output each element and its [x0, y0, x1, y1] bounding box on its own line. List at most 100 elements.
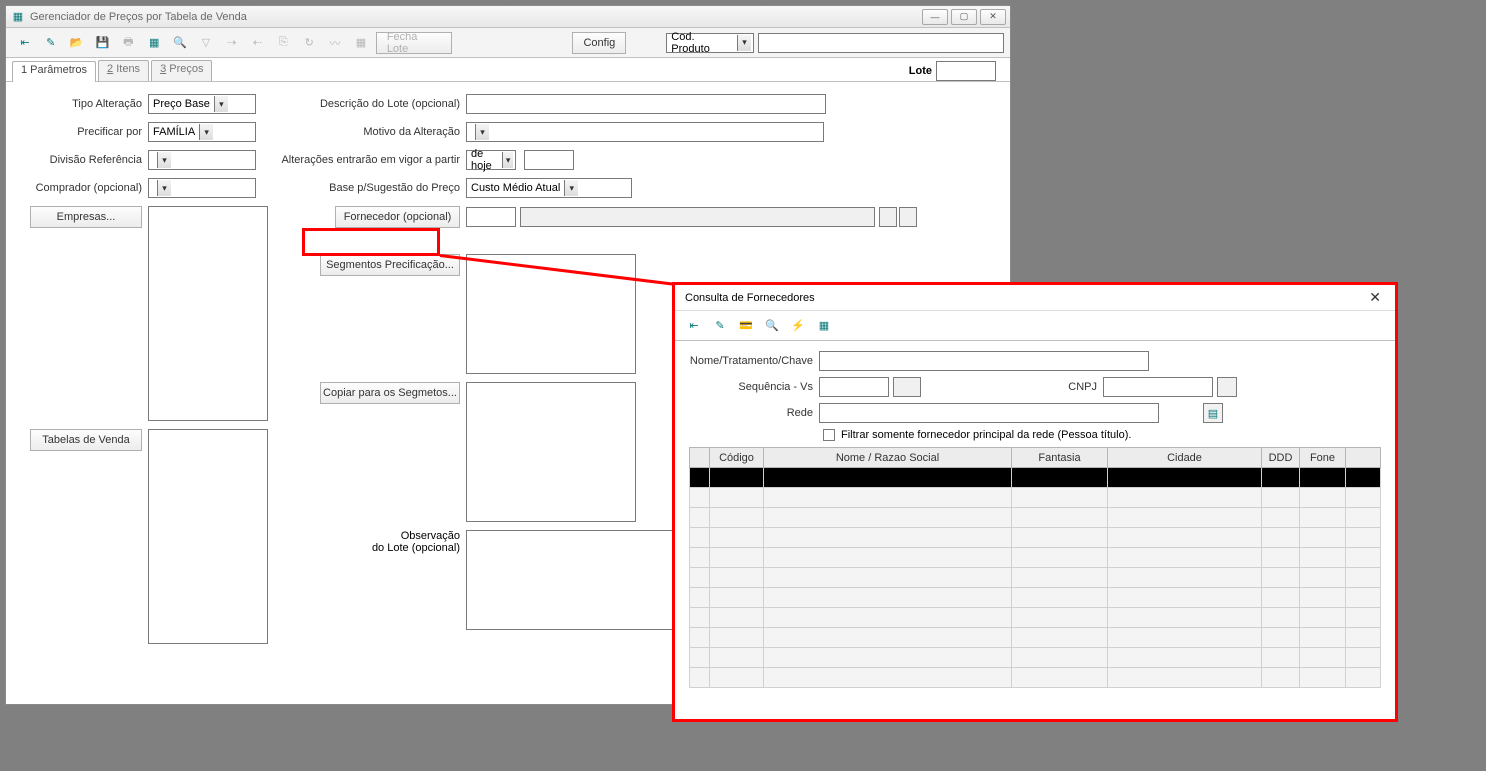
tabelas-venda-list[interactable] — [148, 429, 268, 644]
comprador-label: Comprador (opcional) — [18, 182, 148, 194]
observacao-label: Observação — [266, 530, 460, 542]
print-icon[interactable]: 🖶 — [115, 30, 141, 56]
col-codigo[interactable]: Código — [710, 448, 764, 468]
divisao-ref-label: Divisão Referência — [18, 154, 148, 166]
copy-icon[interactable]: ⎘ — [270, 30, 296, 56]
base-sugestao-combo[interactable]: Custo Médio Atual — [466, 178, 632, 198]
table-row — [690, 668, 1381, 688]
precificar-por-combo[interactable]: FAMÍLIA — [148, 122, 256, 142]
open-icon[interactable]: 📂 — [64, 30, 90, 56]
rede-lookup-icon[interactable]: ▤ — [1203, 403, 1223, 423]
save-icon[interactable]: 💾 — [90, 30, 116, 56]
rede-label: Rede — [689, 407, 819, 419]
search-type-combo[interactable]: Cod. Produto — [666, 33, 753, 53]
table-row — [690, 528, 1381, 548]
modal-toolbar: ⇤ ✎ 💳 🔍 ⚡ ▦ — [675, 311, 1395, 341]
tipo-alteracao-label: Tipo Alteração — [18, 98, 148, 110]
segmentos-button[interactable]: Segmentos Precificação... — [320, 254, 460, 276]
rede-input[interactable] — [819, 403, 1159, 423]
minimize-button[interactable]: — — [922, 9, 948, 25]
vigor-combo[interactable]: de hoje — [466, 150, 516, 170]
lote-input[interactable] — [936, 61, 996, 81]
copiar-segmentos-list[interactable] — [466, 382, 636, 522]
table-row — [690, 608, 1381, 628]
search-input[interactable] — [758, 33, 1004, 53]
fecha-lote-button[interactable]: Fecha Lote — [376, 32, 453, 54]
motivo-combo[interactable] — [466, 122, 824, 142]
divisao-ref-combo[interactable] — [148, 150, 256, 170]
lote-label: Lote — [909, 65, 932, 77]
filtro-label: Filtrar somente fornecedor principal da … — [841, 429, 1131, 441]
edit-icon[interactable]: ✎ — [38, 30, 64, 56]
modal-title: Consulta de Fornecedores — [685, 292, 815, 304]
descricao-lote-input[interactable] — [466, 94, 826, 114]
table-row — [690, 628, 1381, 648]
empresas-list[interactable] — [148, 206, 268, 421]
filtro-checkbox[interactable] — [823, 429, 835, 441]
exit-icon[interactable]: ⇤ — [12, 30, 38, 56]
config-button[interactable]: Config — [572, 32, 626, 54]
modal-search-icon[interactable]: 🔍 — [759, 313, 785, 339]
sequencia-input[interactable] — [819, 377, 889, 397]
modal-edit-icon[interactable]: ✎ — [707, 313, 733, 339]
fornecedor-button[interactable]: Fornecedor (opcional) — [335, 206, 460, 228]
tabs-bar: 1 Parâmetros 2 Itens 3 Preços Lote — [6, 58, 1010, 82]
sequencia-label: Sequência - Vs — [689, 381, 819, 393]
export-icon[interactable]: ⇢ — [219, 30, 245, 56]
refresh-icon[interactable]: ↻ — [296, 30, 322, 56]
col-ddd[interactable]: DDD — [1262, 448, 1300, 468]
title-bar: ▦ Gerenciador de Preços por Tabela de Ve… — [6, 6, 1010, 28]
cnpj-label: CNPJ — [921, 381, 1103, 393]
form-content: Tipo Alteração Preço Base Precificar por… — [6, 82, 1010, 104]
tab-parametros[interactable]: 1 Parâmetros — [12, 61, 96, 82]
cnpj-aux — [1217, 377, 1237, 397]
vs-input — [893, 377, 921, 397]
nome-input[interactable] — [819, 351, 1149, 371]
table-row — [690, 648, 1381, 668]
cnpj-input[interactable] — [1103, 377, 1213, 397]
table-row — [690, 588, 1381, 608]
fornecedor-code-input[interactable] — [466, 207, 516, 227]
empresas-button[interactable]: Empresas... — [30, 206, 142, 228]
chart-icon[interactable]: 〰 — [322, 30, 348, 56]
col-cidade[interactable]: Cidade — [1108, 448, 1262, 468]
modal-grid-icon[interactable]: ▦ — [811, 313, 837, 339]
table-row — [690, 508, 1381, 528]
app-icon: ▦ — [10, 9, 26, 25]
table-icon[interactable]: ▦ — [348, 30, 374, 56]
col-nome[interactable]: Nome / Razao Social — [764, 448, 1012, 468]
tab-precos[interactable]: 3 Preços — [151, 60, 212, 81]
col-fantasia[interactable]: Fantasia — [1012, 448, 1108, 468]
observacao-textarea[interactable] — [466, 530, 696, 630]
tipo-alteracao-combo[interactable]: Preço Base — [148, 94, 256, 114]
copiar-segmentos-button[interactable]: Copiar para os Segmetos... — [320, 382, 460, 404]
col-end[interactable] — [1346, 448, 1381, 468]
comprador-combo[interactable] — [148, 178, 256, 198]
filter-icon[interactable]: ▽ — [193, 30, 219, 56]
search-icon[interactable]: 🔍 — [167, 30, 193, 56]
modal-flash-icon[interactable]: ⚡ — [785, 313, 811, 339]
fornecedor-aux1 — [879, 207, 897, 227]
table-row — [690, 548, 1381, 568]
tabelas-venda-button[interactable]: Tabelas de Venda — [30, 429, 142, 451]
close-button[interactable]: ✕ — [980, 9, 1006, 25]
modal-card-icon[interactable]: 💳 — [733, 313, 759, 339]
window-title: Gerenciador de Preços por Tabela de Vend… — [30, 11, 919, 23]
main-toolbar: ⇤ ✎ 📂 💾 🖶 ▦ 🔍 ▽ ⇢ ⇠ ⎘ ↻ 〰 ▦ Fecha Lote C… — [6, 28, 1010, 58]
import-icon[interactable]: ⇠ — [245, 30, 271, 56]
maximize-button[interactable]: ▢ — [951, 9, 977, 25]
results-grid[interactable]: Código Nome / Razao Social Fantasia Cida… — [689, 447, 1381, 688]
tab-itens[interactable]: 2 Itens — [98, 60, 149, 81]
precificar-por-label: Precificar por — [18, 126, 148, 138]
vigor-label: Alterações entrarão em vigor a partir — [266, 154, 466, 166]
col-fone[interactable]: Fone — [1300, 448, 1346, 468]
col-blank[interactable] — [690, 448, 710, 468]
grid-icon[interactable]: ▦ — [141, 30, 167, 56]
base-sugestao-label: Base p/Sugestão do Preço — [266, 182, 466, 194]
table-row — [690, 568, 1381, 588]
modal-exit-icon[interactable]: ⇤ — [681, 313, 707, 339]
chevron-down-icon — [737, 35, 750, 51]
vigor-date-input[interactable] — [524, 150, 574, 170]
segmentos-list[interactable] — [466, 254, 636, 374]
modal-close-icon[interactable]: ✕ — [1365, 289, 1385, 306]
